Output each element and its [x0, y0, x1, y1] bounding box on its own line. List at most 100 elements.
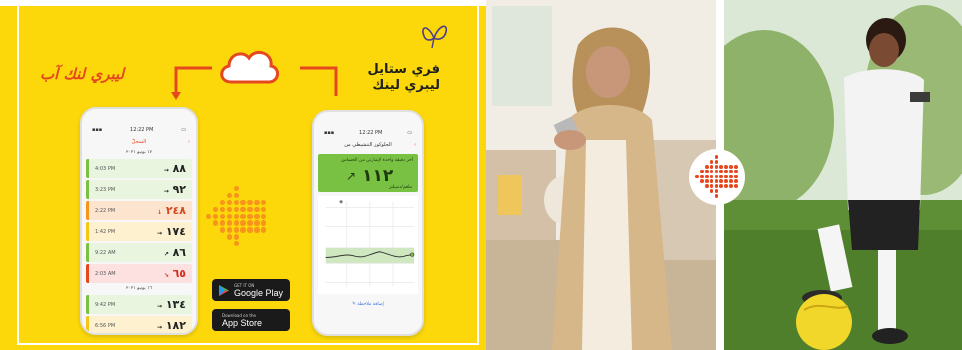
arrow-dot [233, 199, 239, 206]
arrow-dot [704, 174, 709, 179]
log-row[interactable]: 2:22 PM ٢٤٨ ↓ [86, 201, 192, 220]
arrow-dot [709, 159, 714, 164]
photo-woman-with-phone [486, 0, 716, 350]
trend-arrow-icon: ↗ [346, 169, 357, 183]
arrow-dot [226, 192, 233, 199]
arrow-dot [219, 213, 226, 219]
arrow-dot [714, 169, 719, 174]
arrow-dot [233, 186, 239, 192]
log-row[interactable]: 9:42 PM ١٣٤ → [86, 295, 192, 314]
signal-icon: ▪▪▪ [92, 127, 103, 133]
log-row[interactable]: 9:22 AM ٨٦ ↗ [86, 243, 192, 262]
arrow-dot [709, 174, 714, 179]
back-chevron-icon[interactable]: ‹ [414, 140, 416, 150]
arrow-dot [254, 220, 260, 226]
arrow-dot [240, 220, 246, 226]
row-time: 9:42 PM [95, 301, 116, 308]
sync-arrows [171, 66, 338, 100]
arrow-dot [233, 220, 239, 226]
trend-arrow-icon: → [156, 324, 162, 331]
arrow-dot [254, 199, 260, 206]
log-row[interactable]: 4:03 PM ٨٨ → [86, 159, 192, 178]
arrow-dot [247, 220, 253, 226]
date-row-1: ١٧ يونيو ٢٠٢١ [126, 150, 152, 155]
row-value-number: ٢٤٨ [165, 204, 186, 217]
arrow-dot [719, 169, 724, 174]
arrow-dot [254, 213, 260, 219]
boy-illustration [724, 0, 962, 350]
row-value: ١٣٤ → [157, 298, 186, 311]
log-row[interactable]: 1:42 PM ١٧٤ → [86, 222, 192, 241]
row-value-number: ٦٥ [172, 267, 186, 280]
back-chevron-icon[interactable]: ‹ [188, 137, 190, 147]
arrow-dot [724, 174, 729, 179]
row-value-number: ٩٢ [172, 183, 186, 196]
arrow-dot [261, 227, 267, 233]
arrow-dot [233, 192, 239, 199]
battery-icon: ▭ [181, 127, 186, 133]
glucose-value-row: ↗ ١١٢ [346, 166, 393, 186]
log-row[interactable]: 3:23 PM ٩٢ → [86, 180, 192, 199]
dot-arrow-badge [689, 149, 745, 205]
arrow-dot [261, 220, 267, 226]
row-value: ١٧٤ → [157, 225, 186, 238]
log-row[interactable]: 2:03 AM ٦٥ ↘ [86, 264, 192, 283]
arrow-dot [709, 169, 714, 174]
arrow-dot [226, 220, 233, 226]
arrow-dot [709, 189, 714, 194]
trend-arrow-icon: → [156, 303, 162, 310]
row-value-number: ٨٦ [172, 246, 186, 259]
arrow-dot [206, 213, 212, 219]
arrow-dot [233, 213, 239, 219]
phone-glucose-reading: ▪▪▪ 12:22 PM ▭ الجلوكوز التنشيطي من ‹ أخ… [312, 110, 424, 336]
arrow-dot [212, 213, 219, 219]
arrow-dot [233, 241, 239, 247]
arrow-dot [261, 206, 267, 213]
card-caption: أخر دقيقة واحدة لإشارتي من الحساس [341, 158, 413, 163]
row-value: ٨٦ ↗ [164, 246, 186, 259]
arrow-dot [226, 199, 233, 206]
arrow-dot [724, 164, 729, 169]
arrow-dot [240, 199, 246, 206]
status-time: 12:22 PM [359, 130, 383, 136]
arrow-dot [729, 164, 734, 169]
add-note-link[interactable]: ✎ إضافة ملاحظة [314, 302, 422, 307]
libre-linkup-title: ليبري لنك آب [40, 65, 125, 83]
app-store-badge[interactable]: Download on the App Store [212, 309, 290, 331]
arrow-dot [699, 174, 704, 179]
arrow-dot [714, 159, 719, 164]
arrow-dot [714, 155, 719, 159]
row-value-number: ٨٨ [172, 162, 186, 175]
reading-title: الجلوكوز التنشيطي من [344, 142, 392, 148]
arrow-dot [729, 169, 734, 174]
arrow-dot [240, 213, 246, 219]
google-play-badge[interactable]: GET IT ON Google Play [212, 279, 290, 301]
arrow-dot [226, 206, 233, 213]
logbook-title: السجلّ [131, 139, 147, 145]
add-note-label: إضافة ملاحظة [357, 302, 384, 307]
arrow-dot [699, 169, 704, 174]
arrow-dot [734, 164, 738, 169]
arrow-dot [226, 213, 233, 219]
arrow-dot [233, 227, 239, 233]
arrow-dot [254, 227, 260, 233]
graph-marker [339, 200, 343, 204]
glucose-value: ١١٢ [362, 166, 394, 186]
arrow-dot [226, 234, 233, 240]
row-value: ٢٤٨ ↓ [157, 204, 186, 217]
row-time: 3:23 PM [95, 186, 116, 193]
row-time: 6:56 PM [95, 322, 116, 329]
butterfly-icon [422, 25, 448, 49]
log-row[interactable]: 6:56 PM ١٨٢ → [86, 316, 192, 333]
arrow-dot [240, 206, 246, 213]
google-play-text: GET IT ON Google Play [234, 283, 283, 298]
yellow-panel: ليبري لنك آب فري ستايل ليبري لينك ▪▪▪ 12… [0, 0, 486, 350]
arrow-dot [734, 174, 738, 179]
phone-logbook: ▪▪▪ 12:22 PM ▭ السجلّ ‹ ١٧ يونيو ٢٠٢١ 4:… [80, 107, 198, 335]
arrow-dot [212, 206, 219, 213]
row-value-number: ١٣٤ [165, 298, 186, 311]
arrow-dot [729, 184, 734, 189]
glucose-unit: ملغم/دسيلتر [388, 185, 412, 190]
dot-arrow-icon [695, 155, 739, 199]
battery-icon: ▭ [407, 130, 412, 136]
